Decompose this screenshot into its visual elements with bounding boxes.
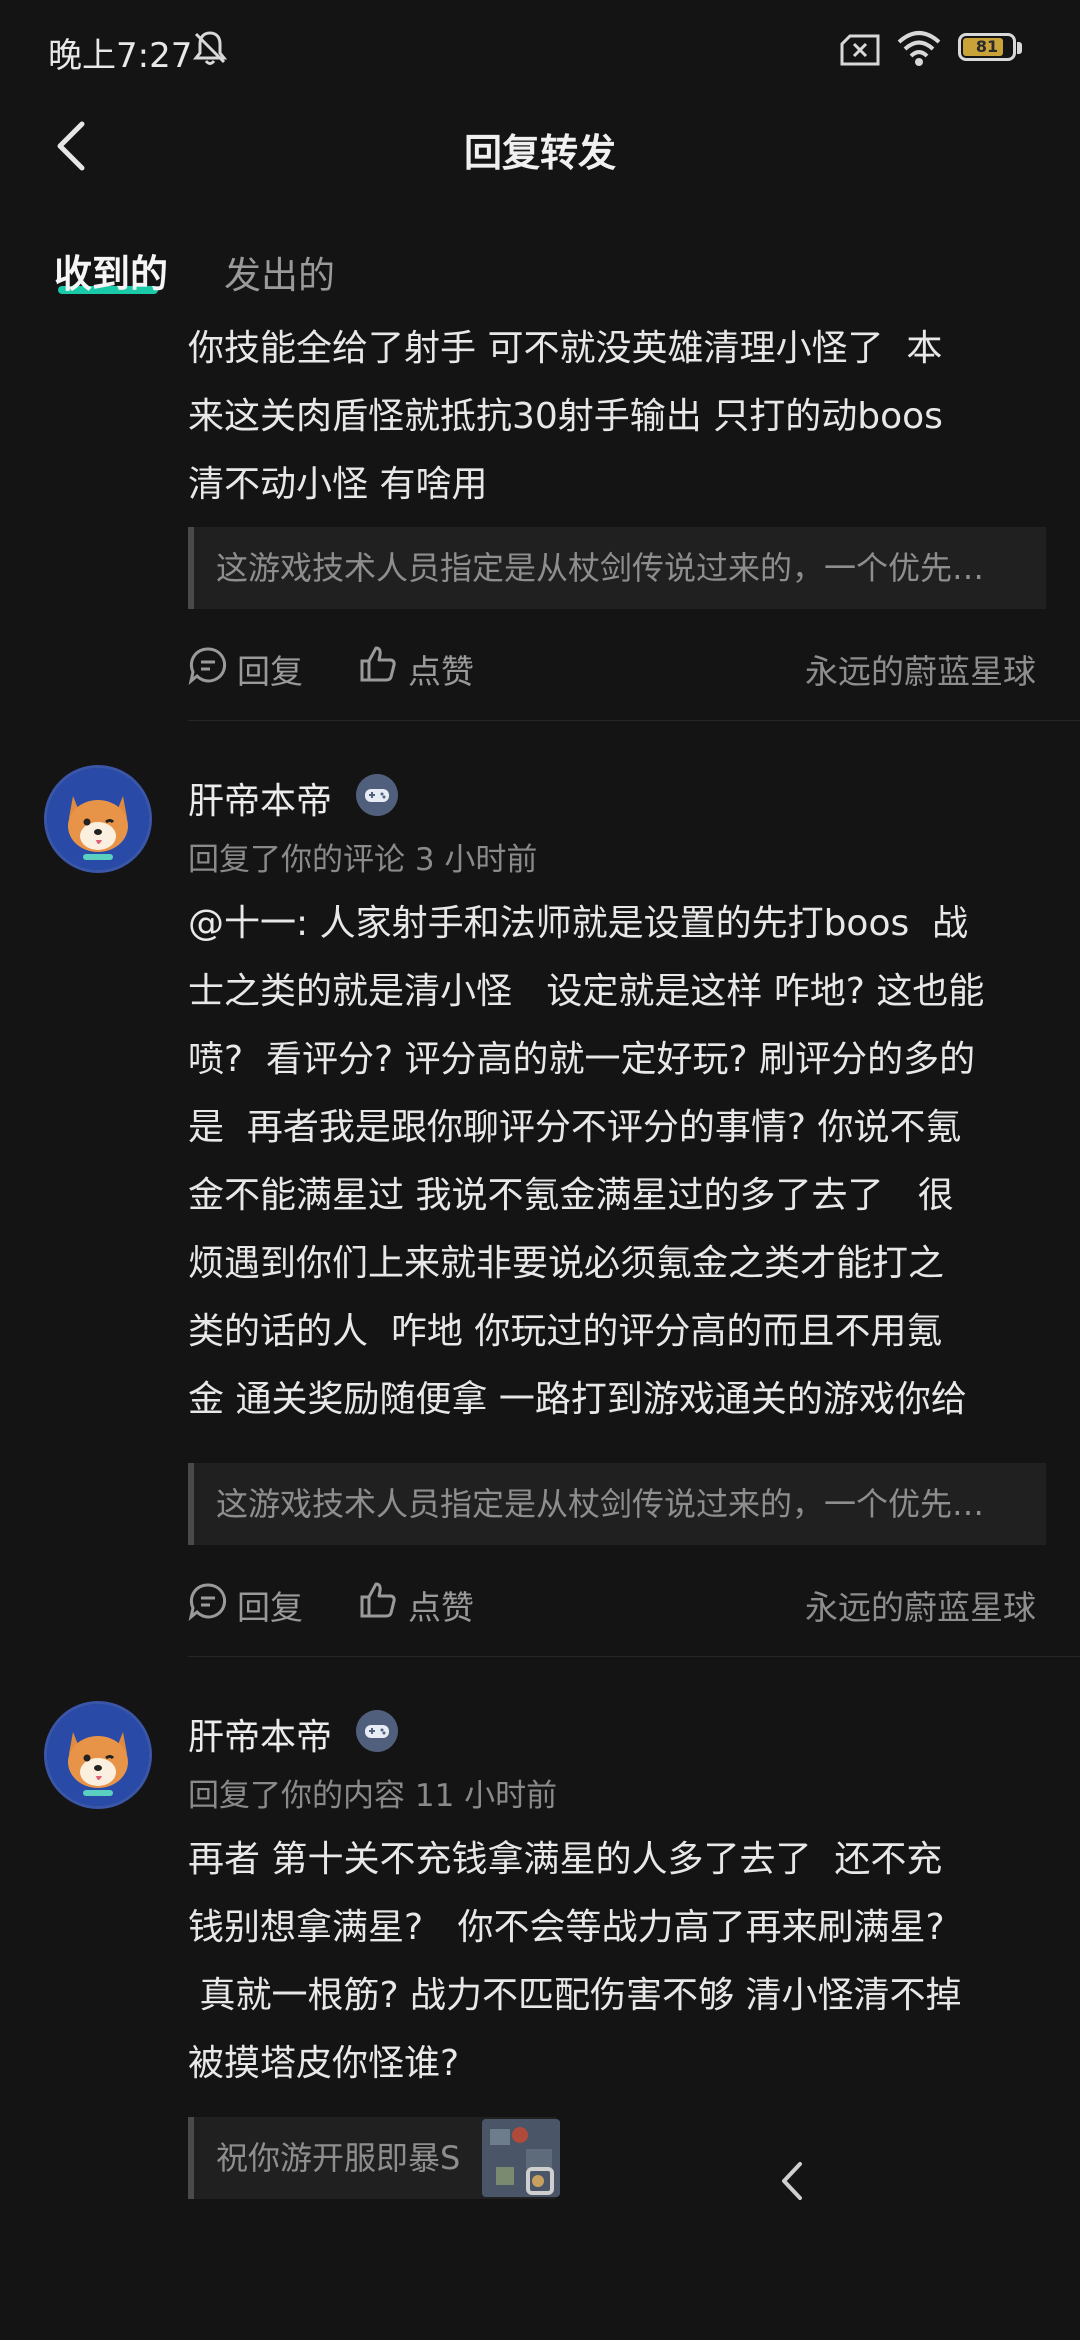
reply-meta: 回复了你的评论 3 小时前: [188, 842, 538, 878]
wifi-icon: [897, 31, 941, 66]
comment-text: 你技能全给了射手 可不就没英雄清理小怪了 本 来这关肉盾怪就抵抗30射手输出 只…: [188, 328, 943, 505]
quoted-comment[interactable]: 这游戏技术人员指定是从杖剑传说过来的，一个优先…: [188, 1463, 1046, 1545]
battery-icon: 81: [958, 33, 1024, 65]
comment-author[interactable]: 永远的蔚蓝星球: [805, 1581, 1036, 1629]
comment-text: @十一: 人家射手和法师就是设置的先打boos 战 士之类的就是清小怪 设定就是…: [188, 903, 985, 1420]
reply-button[interactable]: 回复: [237, 645, 303, 693]
like-button[interactable]: 点赞: [408, 645, 474, 693]
quoted-comment-text: 这游戏技术人员指定是从杖剑传说过来的，一个优先…: [216, 1485, 985, 1523]
quoted-comment[interactable]: 这游戏技术人员指定是从杖剑传说过来的，一个优先…: [188, 527, 1046, 609]
recent-apps-button[interactable]: [526, 2167, 554, 2195]
reply-meta: 回复了你的内容 11 小时前: [188, 1778, 558, 1814]
avatar[interactable]: [44, 765, 152, 873]
tab-received[interactable]: 收到的: [54, 243, 168, 298]
status-time: 晚上7:27: [48, 36, 193, 76]
comment-text: 再者 第十关不充钱拿满星的人多了去了 还不充 钱别想拿满星? 你不会等战力高了再…: [188, 1839, 962, 2084]
reply-icon[interactable]: [188, 1581, 228, 1621]
reply-button[interactable]: 回复: [237, 1581, 303, 1629]
shiba-avatar-icon: [47, 1704, 149, 1806]
like-icon[interactable]: [358, 644, 398, 684]
like-button[interactable]: 点赞: [408, 1581, 474, 1629]
username[interactable]: 肝帝本帝: [188, 1708, 332, 1760]
divider: [188, 720, 1080, 721]
avatar[interactable]: [44, 1701, 152, 1809]
bell-muted-icon: [192, 31, 228, 65]
like-icon[interactable]: [358, 1580, 398, 1620]
page-title: 回复转发: [463, 131, 616, 175]
reply-icon[interactable]: [188, 645, 228, 685]
divider: [188, 1656, 1080, 1657]
shiba-avatar-icon: [47, 768, 149, 870]
username[interactable]: 肝帝本帝: [188, 772, 332, 824]
quoted-content[interactable]: 祝你游开服即暴S: [188, 2117, 560, 2199]
gamepad-badge-icon: [356, 1710, 398, 1752]
quoted-content-text: 祝你游开服即暴S: [216, 2139, 461, 2177]
nav-back-icon[interactable]: [778, 2158, 808, 2204]
no-sim-icon: [840, 34, 880, 66]
quoted-comment-text: 这游戏技术人员指定是从杖剑传说过来的，一个优先…: [216, 549, 985, 587]
battery-level: 81: [975, 37, 999, 56]
comment-author[interactable]: 永远的蔚蓝星球: [805, 645, 1036, 693]
gamepad-badge-icon: [356, 774, 398, 816]
tab-sent[interactable]: 发出的: [224, 245, 335, 299]
